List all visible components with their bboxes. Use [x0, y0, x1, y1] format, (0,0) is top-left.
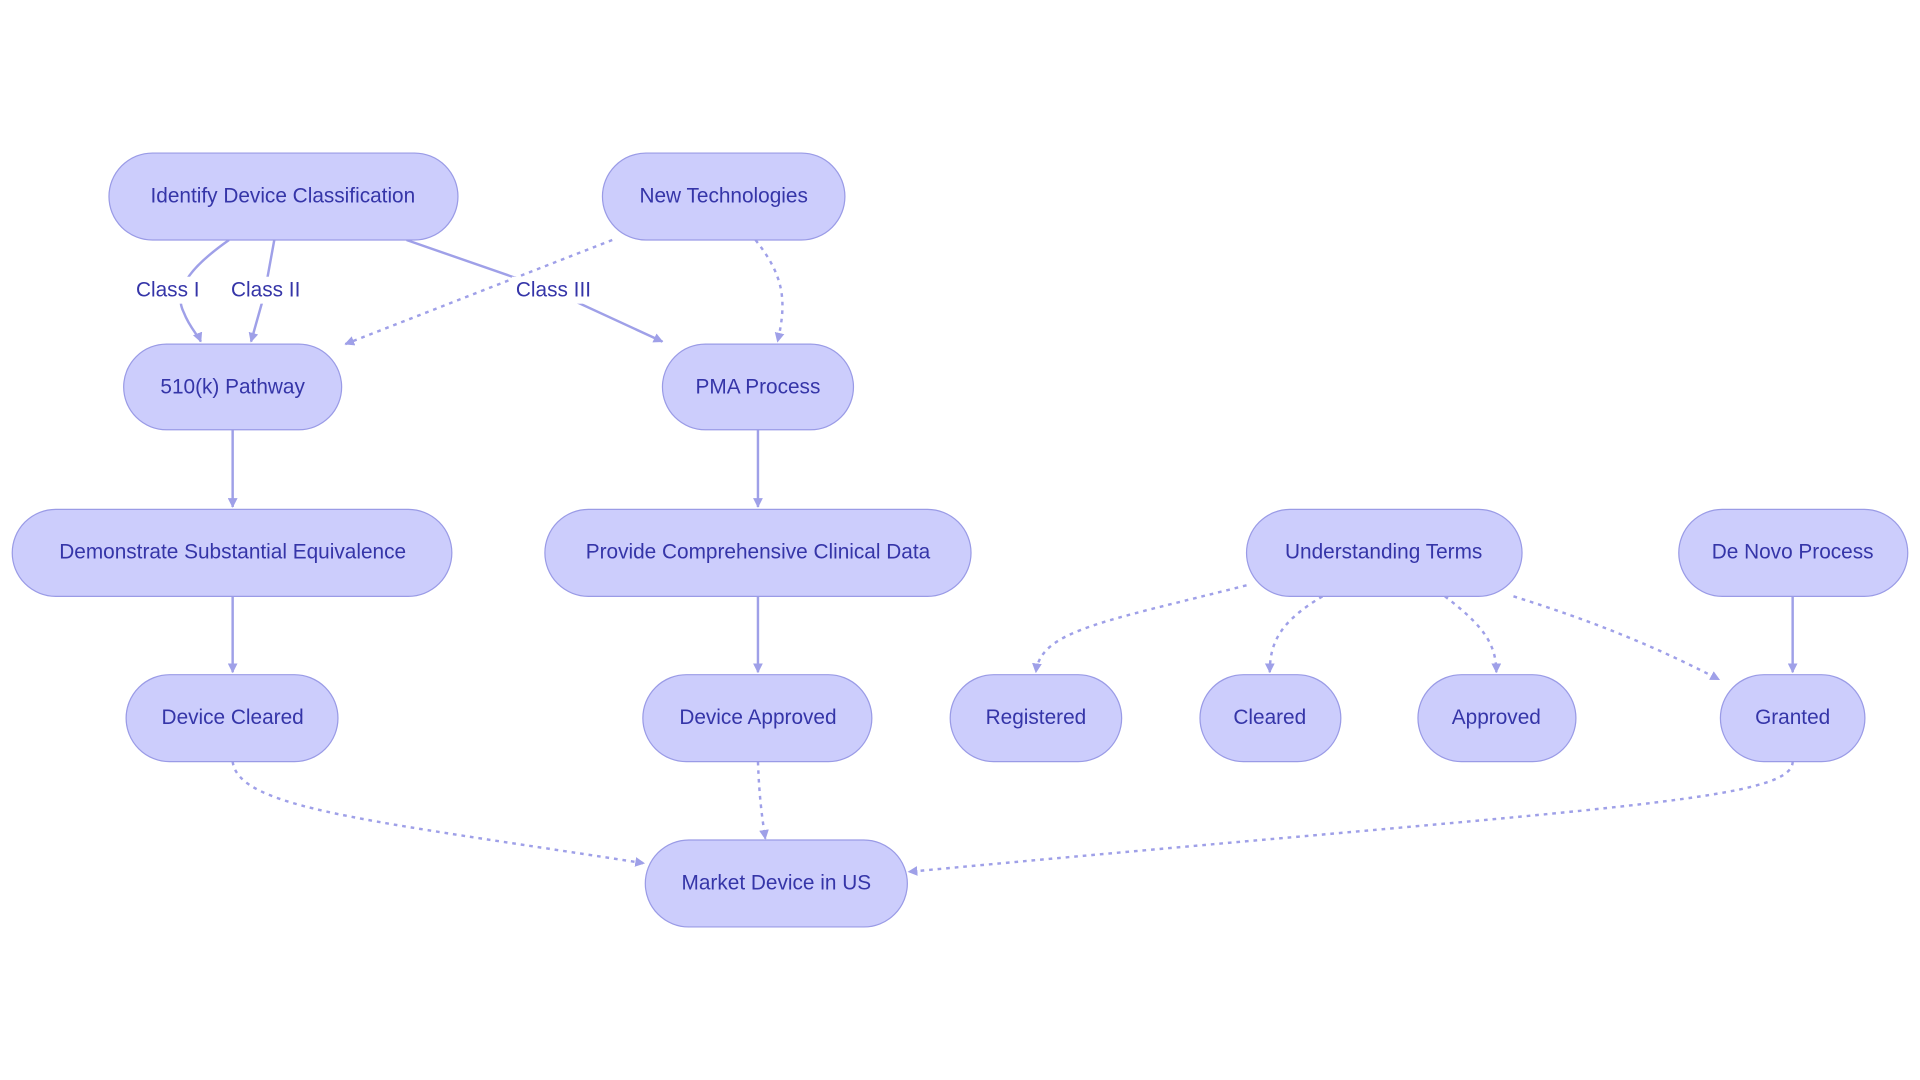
node-granted[interactable]: Granted [1719, 674, 1866, 763]
edge-understanding-cleared [1264, 595, 1324, 674]
svg-text:PMA Process: PMA Process [696, 375, 821, 398]
svg-text:Approved: Approved [1452, 706, 1541, 729]
nodes: Identify Device Classification New Techn… [11, 152, 1909, 928]
svg-text:Demonstrate Substantial Equiva: Demonstrate Substantial Equivalence [59, 541, 406, 564]
edge-cleared-market [231, 761, 646, 867]
svg-text:Class III: Class III [516, 279, 591, 302]
node-device-cleared[interactable]: Device Cleared [125, 674, 339, 763]
node-device-approved[interactable]: Device Approved [642, 674, 873, 763]
flowchart: Class I Class II Class III Identify Devi… [11, 152, 1909, 928]
edge-labels: Class I Class II Class III [132, 276, 596, 304]
svg-text:Device Cleared: Device Cleared [162, 706, 304, 729]
svg-text:Granted: Granted [1755, 706, 1830, 729]
svg-text:De Novo Process: De Novo Process [1712, 541, 1874, 564]
node-registered[interactable]: Registered [949, 674, 1123, 763]
node-understanding-terms[interactable]: Understanding Terms [1245, 508, 1523, 597]
node-cleared[interactable]: Cleared [1199, 674, 1342, 763]
node-demonstrate-equivalence[interactable]: Demonstrate Substantial Equivalence [11, 508, 453, 597]
svg-text:Identify Device Classification: Identify Device Classification [151, 184, 416, 207]
svg-text:Understanding Terms: Understanding Terms [1285, 541, 1482, 564]
svg-text:510(k) Pathway: 510(k) Pathway [160, 375, 305, 398]
node-approved[interactable]: Approved [1417, 674, 1577, 763]
node-510k-pathway[interactable]: 510(k) Pathway [123, 343, 343, 431]
svg-text:New Technologies: New Technologies [639, 184, 807, 207]
svg-text:Registered: Registered [986, 706, 1087, 729]
node-market-device[interactable]: Market Device in US [644, 839, 908, 928]
node-de-novo-process[interactable]: De Novo Process [1678, 508, 1909, 597]
svg-text:Class II: Class II [231, 279, 300, 302]
svg-text:Cleared: Cleared [1233, 706, 1306, 729]
node-identify[interactable]: Identify Device Classification [108, 152, 459, 241]
svg-text:Class I: Class I [136, 279, 200, 302]
edge-label-class1: Class I [132, 276, 204, 304]
edge-understanding-granted [1513, 595, 1721, 681]
svg-text:Device Approved: Device Approved [679, 706, 836, 729]
node-new-technologies[interactable]: New Technologies [601, 152, 846, 241]
svg-text:Market Device in US: Market Device in US [682, 871, 872, 894]
node-provide-clinical-data[interactable]: Provide Comprehensive Clinical Data [544, 508, 972, 597]
edge-approved-market [756, 761, 769, 840]
edge-label-class2: Class II [227, 276, 304, 304]
svg-text:Provide Comprehensive Clinical: Provide Comprehensive Clinical Data [586, 541, 931, 564]
edge-understanding-registered [1032, 584, 1247, 674]
edge-newtech-pma [754, 239, 785, 343]
node-pma-process[interactable]: PMA Process [661, 343, 855, 431]
edge-granted-market [907, 761, 1794, 876]
edge-understanding-approved [1444, 595, 1502, 674]
edge-label-class3: Class III [511, 276, 596, 304]
